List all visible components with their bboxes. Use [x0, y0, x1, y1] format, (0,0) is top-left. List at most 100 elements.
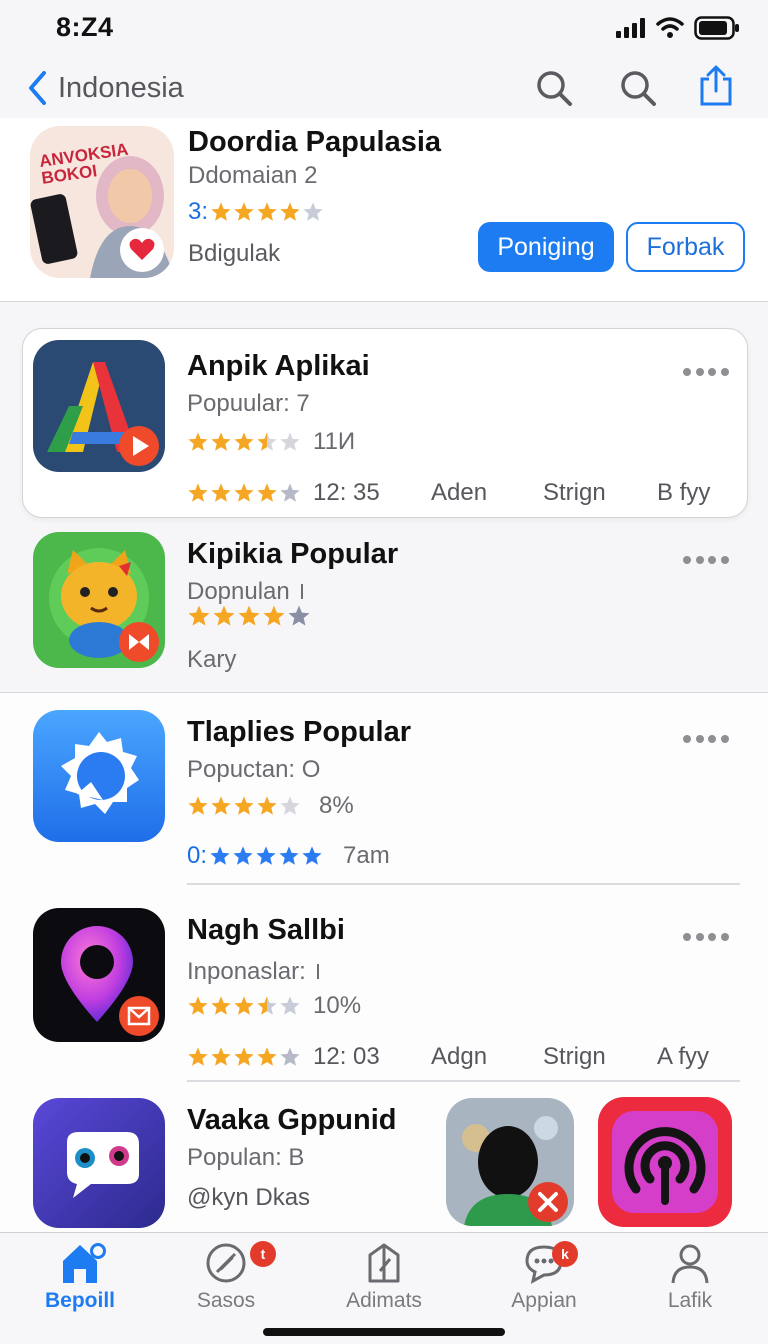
star-icon: [211, 1047, 231, 1066]
search-secondary-button[interactable]: [618, 68, 658, 108]
star-icon: [188, 605, 210, 626]
meta-col-2: Strign: [543, 479, 606, 506]
star-icon: [263, 605, 285, 626]
star-icon: [188, 996, 208, 1015]
tab-label: Sasos: [196, 1289, 256, 1312]
app-subtitle: Dopnulan ।: [187, 578, 306, 605]
search-icon: [621, 71, 656, 106]
more-options-button[interactable]: [683, 733, 729, 745]
app-title: Tlaplies Popular: [187, 716, 411, 748]
app-icon[interactable]: [598, 1097, 732, 1227]
rating-value: 8%: [319, 792, 354, 819]
star-rating: [187, 604, 311, 628]
notification-badge: k: [552, 1241, 578, 1267]
star-icon: [210, 846, 230, 865]
star-icon: [211, 996, 231, 1015]
star-icon: [188, 432, 208, 451]
star-rating: [187, 482, 301, 504]
more-options-button[interactable]: [683, 554, 729, 566]
app-icon[interactable]: [33, 710, 165, 842]
tab-adimats[interactable]: Adimats: [324, 1241, 444, 1313]
back-label: Indonesia: [58, 71, 184, 104]
secondary-action-button[interactable]: Forbak: [626, 222, 745, 272]
app-title: Anpik Aplikai: [187, 350, 370, 382]
home-indicator: [263, 1328, 505, 1336]
app-extra: @kyn Dkas: [187, 1184, 311, 1211]
featured-app-icon[interactable]: ANVOKSIA BOKOI: [30, 126, 174, 278]
star-icon: [211, 432, 231, 451]
bookmark-icon: [368, 1243, 400, 1283]
meta-col-1: Adgn: [431, 1043, 488, 1070]
share-button[interactable]: [696, 65, 736, 106]
featured-app-subtitle: Ddomaian 2: [188, 162, 318, 189]
star-icon: [188, 1047, 208, 1066]
star-icon: [288, 605, 310, 626]
meta-col-3: A fyy: [657, 1043, 710, 1070]
star-icon: [188, 483, 208, 502]
star-icon: [257, 796, 277, 815]
app-icon: [33, 340, 165, 472]
app-rating: 10%: [187, 992, 361, 1020]
star-icon: [238, 605, 260, 626]
app-subtitle: Popuular: 7: [187, 390, 310, 417]
search-button[interactable]: [534, 68, 574, 108]
tab-appian[interactable]: k Appian: [484, 1241, 604, 1313]
star-icon: [211, 202, 231, 221]
app-title: Nagh Sallbi: [187, 914, 345, 946]
wifi-icon: [656, 17, 684, 38]
tab-label: Bepoill: [44, 1289, 115, 1312]
primary-action-button[interactable]: Poniging: [478, 222, 614, 272]
meta-col-3: B fyy: [657, 479, 711, 506]
notification-badge: t: [250, 1241, 276, 1267]
featured-app-rating: 3:: [188, 198, 324, 226]
rating-value: 11И: [313, 428, 356, 455]
app-extra: Kary: [187, 646, 237, 673]
app-meta-row: 12: 03 Adgn Strign A fyy: [187, 1043, 727, 1071]
profile-thumbnail[interactable]: [446, 1098, 574, 1226]
more-options-button[interactable]: [683, 366, 729, 378]
search-icon: [537, 71, 572, 106]
status-time: 8:Z4: [56, 12, 114, 42]
star-icon: [234, 483, 254, 502]
star-rating: [187, 1046, 301, 1068]
app-icon[interactable]: [33, 1098, 165, 1228]
meta-time: 12: 03: [313, 1043, 380, 1070]
app-icon[interactable]: [33, 908, 165, 1042]
tab-home[interactable]: Bepoill: [20, 1241, 140, 1313]
meta-time: 12: 35: [313, 479, 380, 506]
star-icon: [280, 483, 300, 502]
secondary-rating-prefix: 0:: [187, 842, 208, 869]
person-icon: [671, 1244, 709, 1284]
featured-app-rating-prefix: 3:: [188, 198, 209, 225]
share-icon: [700, 65, 732, 106]
star-icon: [234, 996, 254, 1015]
star-icon: [257, 1047, 277, 1066]
app-rating: [187, 604, 311, 628]
star-icon: [280, 796, 300, 815]
featured-app-extra: Bdigulak: [188, 240, 281, 267]
back-button[interactable]: Indonesia: [26, 70, 184, 106]
star-rating: [187, 995, 301, 1017]
star-icon: [303, 202, 323, 221]
tab-sasos[interactable]: t Sasos: [166, 1241, 286, 1313]
star-icon: [280, 432, 300, 451]
star-icon: [213, 605, 235, 626]
row-divider: [187, 883, 740, 885]
tab-lafik[interactable]: Lafik: [630, 1241, 750, 1313]
app-rating: 11И: [187, 428, 355, 456]
featured-app-title: Doordia Papulasia: [188, 126, 442, 158]
app-icon[interactable]: [33, 532, 165, 668]
signal-icon: [616, 18, 645, 38]
app-subtitle: Inponaslar: ।: [187, 958, 322, 985]
compass-icon: [206, 1243, 246, 1283]
app-title: Kipikia Popular: [187, 538, 399, 570]
star-icon: [233, 846, 253, 865]
more-options-button[interactable]: [683, 931, 729, 943]
app-subtitle: Popuctan: O: [187, 756, 321, 783]
star-icon: [234, 796, 254, 815]
star-icon: [280, 1047, 300, 1066]
row-divider: [187, 1080, 740, 1082]
app-meta-row: 12: 35 Aden Strign B fyy: [187, 479, 727, 507]
star-icon: [211, 796, 231, 815]
star-icon: [302, 846, 322, 865]
